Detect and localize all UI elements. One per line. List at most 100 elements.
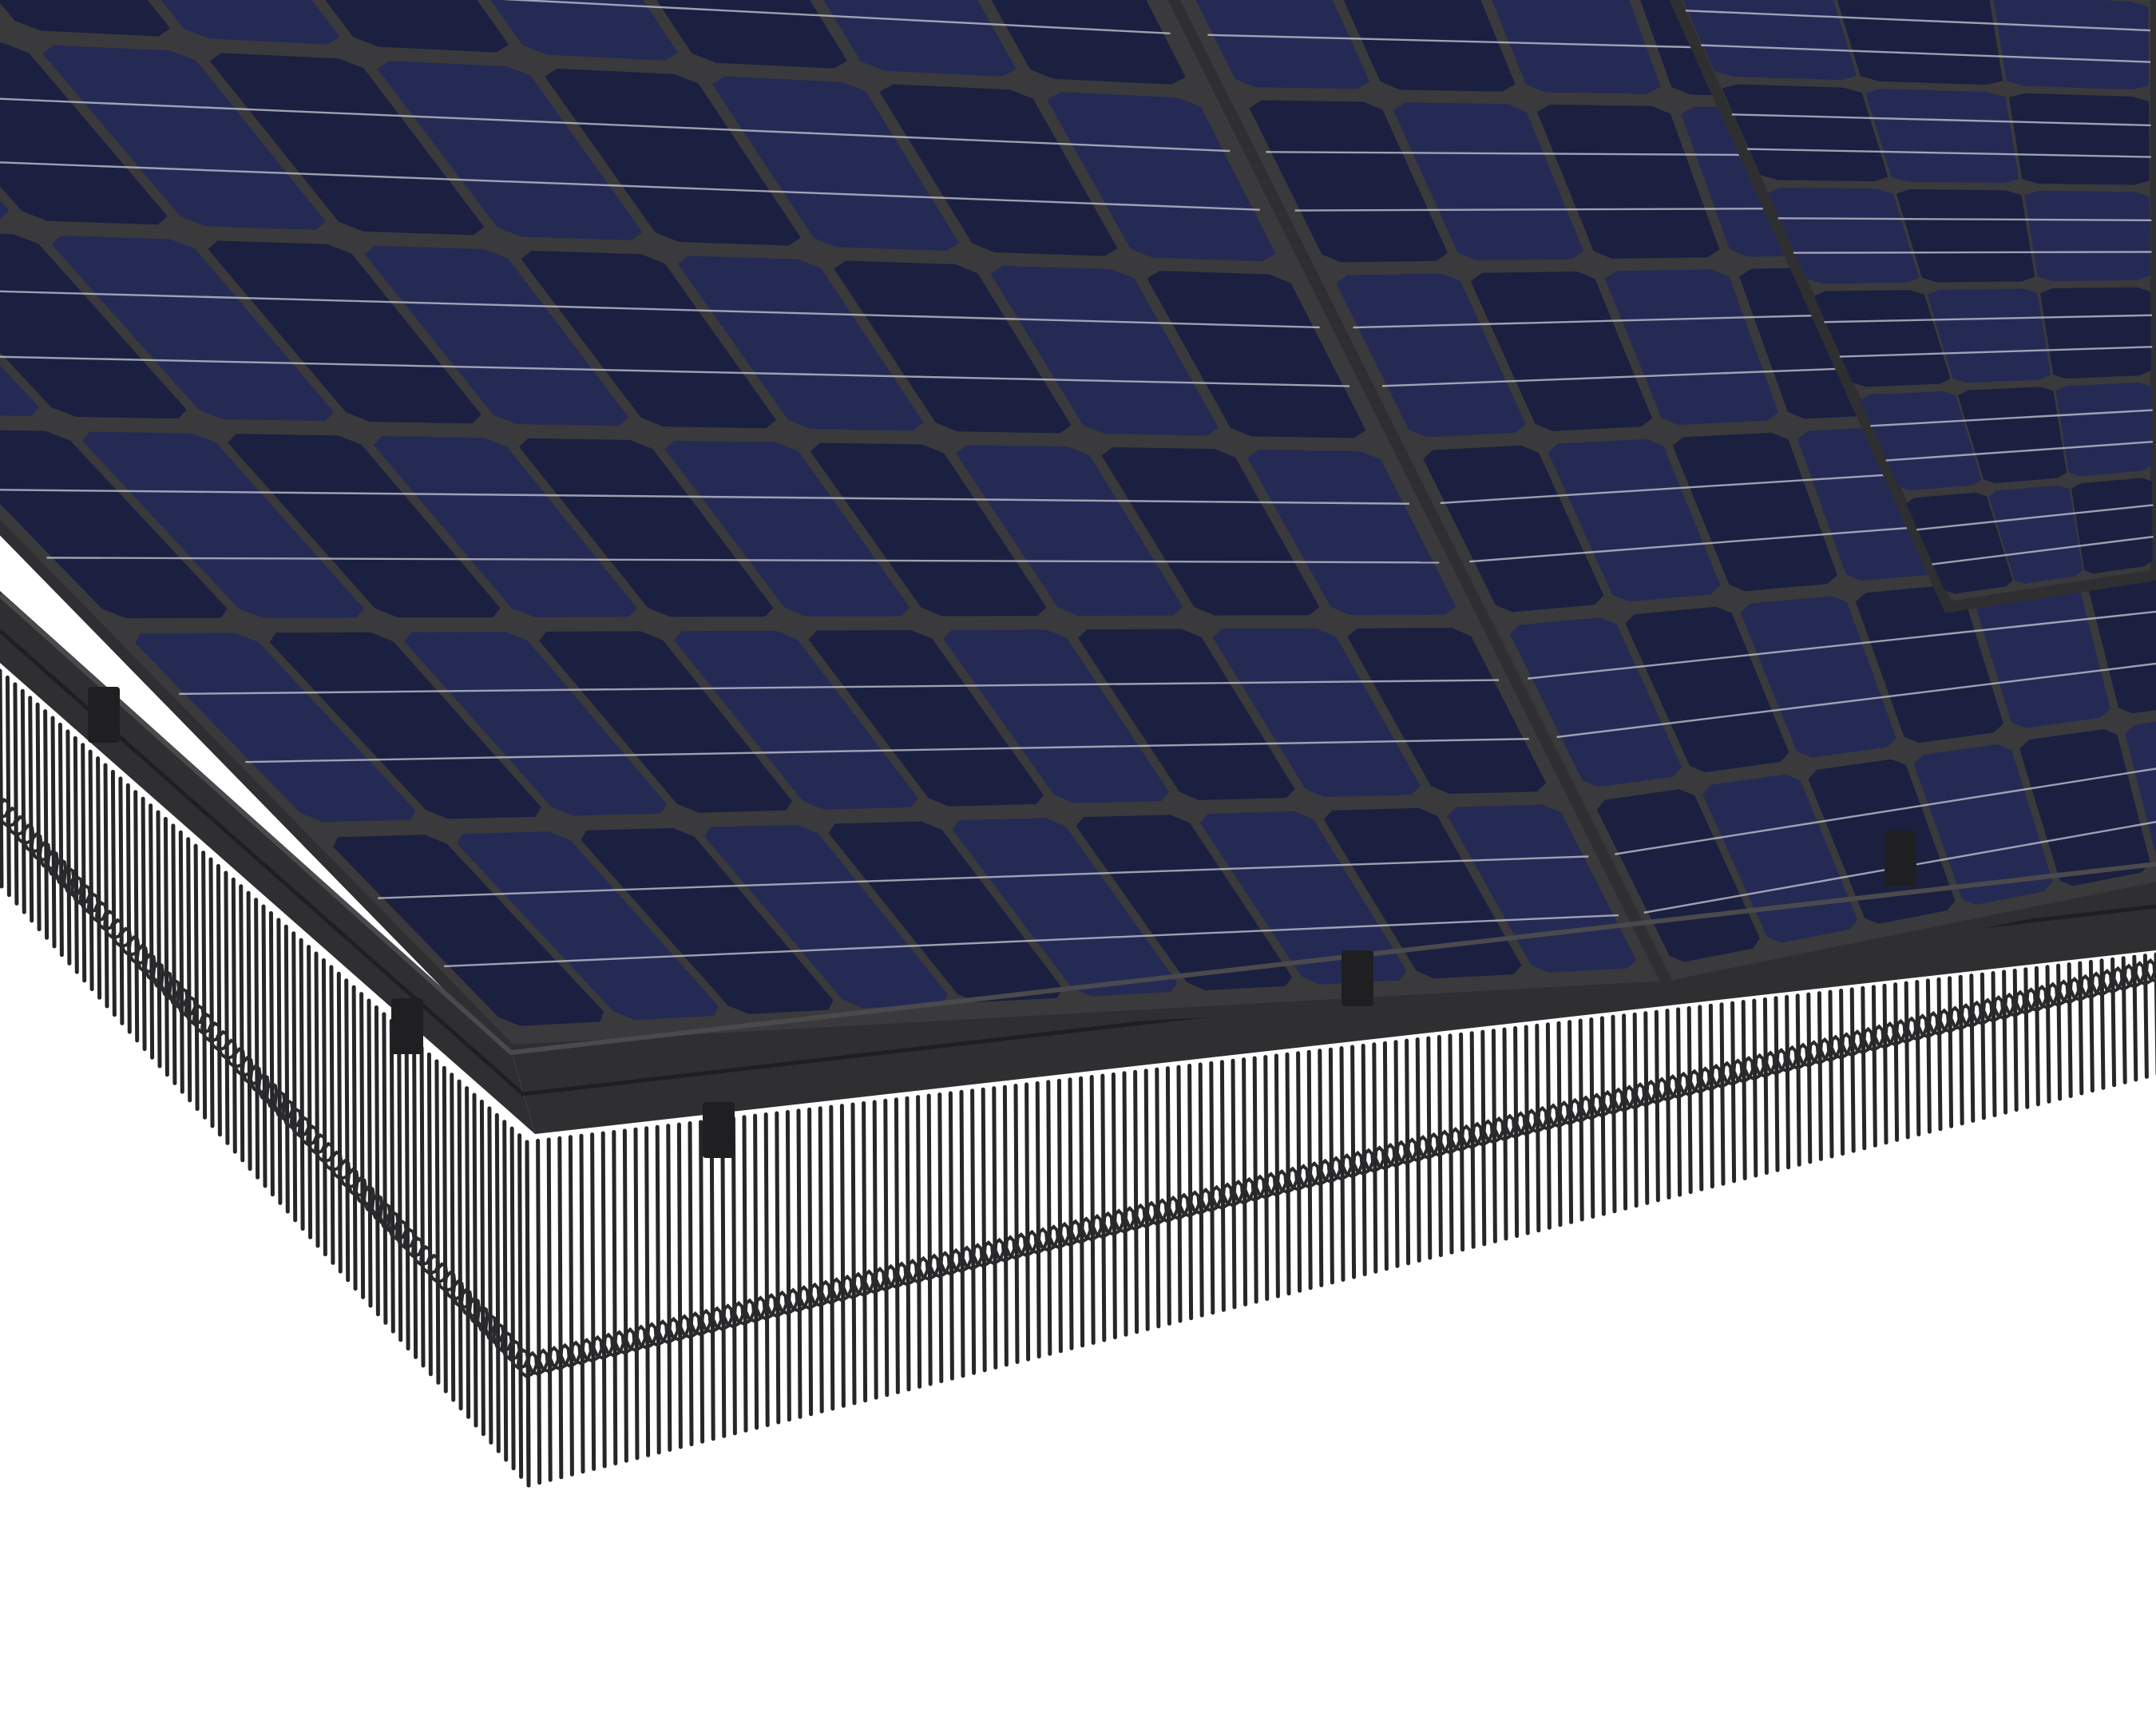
bird-spike <box>359 992 366 1299</box>
bird-spike <box>1730 1001 1737 1184</box>
bird-spike <box>850 1102 857 1406</box>
bird-spike <box>688 1121 694 1446</box>
bird-spike <box>785 1109 791 1422</box>
bird-spike <box>389 1018 395 1334</box>
bird-spike <box>1839 988 1845 1156</box>
frame-clip <box>1342 950 1373 1006</box>
bird-spike <box>118 776 125 1025</box>
bird-spike <box>442 1065 448 1394</box>
bird-spike <box>479 1099 485 1437</box>
bird-spike <box>1719 1002 1726 1186</box>
bird-spike <box>426 1052 433 1377</box>
bird-spike <box>872 1100 878 1400</box>
bird-spike <box>517 1133 524 1479</box>
bird-spike <box>1165 1066 1171 1326</box>
bird-spike <box>96 756 102 1000</box>
bird-spike <box>1936 977 1943 1132</box>
bird-spike <box>141 796 147 1052</box>
bird-spike <box>509 1126 516 1471</box>
bird-spike <box>1002 1085 1009 1367</box>
bird-spike <box>1741 1000 1747 1180</box>
bird-spike <box>125 783 132 1034</box>
bird-spike <box>763 1112 770 1427</box>
bird-spike <box>1676 1007 1682 1197</box>
solar-array-scene <box>0 0 2156 1725</box>
bird-spike <box>981 1087 987 1373</box>
bird-spike <box>73 736 79 974</box>
bird-spike <box>1198 1062 1204 1318</box>
bird-spike <box>676 1122 683 1449</box>
bird-spike <box>1861 985 1867 1151</box>
bird-spike <box>1969 974 1976 1123</box>
bird-spike <box>434 1059 441 1385</box>
bird-spike <box>1991 971 1997 1117</box>
bird-spike <box>216 863 222 1137</box>
bird-spike <box>81 743 87 983</box>
bird-spike <box>1111 1072 1117 1340</box>
bird-spike <box>450 1073 456 1402</box>
bird-spike <box>1448 1033 1454 1255</box>
bird-spike <box>1806 992 1813 1164</box>
bird-spike <box>283 924 290 1214</box>
bird-spike <box>367 998 373 1308</box>
bird-spike <box>1491 1029 1497 1243</box>
bird-spike <box>1708 1003 1714 1189</box>
bird-spike <box>246 890 252 1172</box>
bird-spike <box>193 843 200 1112</box>
bird-spike <box>163 816 169 1077</box>
bird-spike <box>992 1086 998 1370</box>
bird-spike <box>397 1025 403 1342</box>
bird-spike <box>307 945 313 1239</box>
bird-spike <box>314 951 320 1248</box>
bird-spike <box>731 1116 737 1436</box>
bird-spike <box>1632 1012 1639 1208</box>
bird-spike <box>742 1115 748 1433</box>
bird-spike <box>644 1126 651 1457</box>
bird-spike <box>65 729 72 966</box>
bird-spike <box>1665 1009 1671 1200</box>
bird-spike <box>1817 991 1823 1161</box>
bird-spike <box>57 722 64 958</box>
solar-cell <box>2040 287 2151 379</box>
bird-spike <box>336 971 343 1274</box>
bird-spike <box>1871 985 1877 1148</box>
bird-spike <box>110 769 117 1017</box>
bird-spike <box>1035 1081 1041 1359</box>
bird-spike <box>937 1092 944 1383</box>
bird-spike <box>374 1005 380 1317</box>
solar-cell <box>2008 93 2150 185</box>
bird-spike <box>1948 976 1954 1128</box>
bird-spike <box>948 1091 954 1381</box>
bird-spike <box>178 830 184 1094</box>
bird-spike <box>666 1124 672 1452</box>
bird-spike <box>1795 993 1801 1167</box>
bird-spike <box>916 1095 922 1389</box>
bird-spike <box>525 1140 531 1488</box>
frame-clip <box>1885 831 1916 886</box>
bird-spike <box>1469 1031 1476 1249</box>
bird-spike <box>13 682 19 906</box>
bird-spike <box>344 978 351 1283</box>
bird-spike <box>28 696 34 923</box>
solar-cell <box>2071 478 2153 574</box>
bird-spike <box>1502 1027 1508 1241</box>
bird-spike <box>1915 980 1921 1136</box>
bird-spike <box>1545 1022 1552 1230</box>
bird-spike <box>5 675 11 898</box>
bird-spike <box>1904 981 1910 1140</box>
bird-spike <box>0 668 4 889</box>
solar-cell <box>1837 0 2003 85</box>
bird-spike <box>1046 1080 1052 1356</box>
bird-spike <box>2023 967 2030 1109</box>
bird-spike <box>149 803 155 1060</box>
bird-spike <box>862 1100 868 1403</box>
solar-cell <box>1993 0 2149 90</box>
solar-cell <box>2024 190 2150 281</box>
bird-spike <box>231 877 237 1154</box>
bird-spike <box>299 938 305 1231</box>
bird-spike <box>1100 1073 1107 1342</box>
bird-spike <box>1774 996 1780 1172</box>
bird-spike <box>321 958 327 1257</box>
bird-spike <box>254 898 260 1180</box>
bird-spike <box>1980 972 1986 1120</box>
